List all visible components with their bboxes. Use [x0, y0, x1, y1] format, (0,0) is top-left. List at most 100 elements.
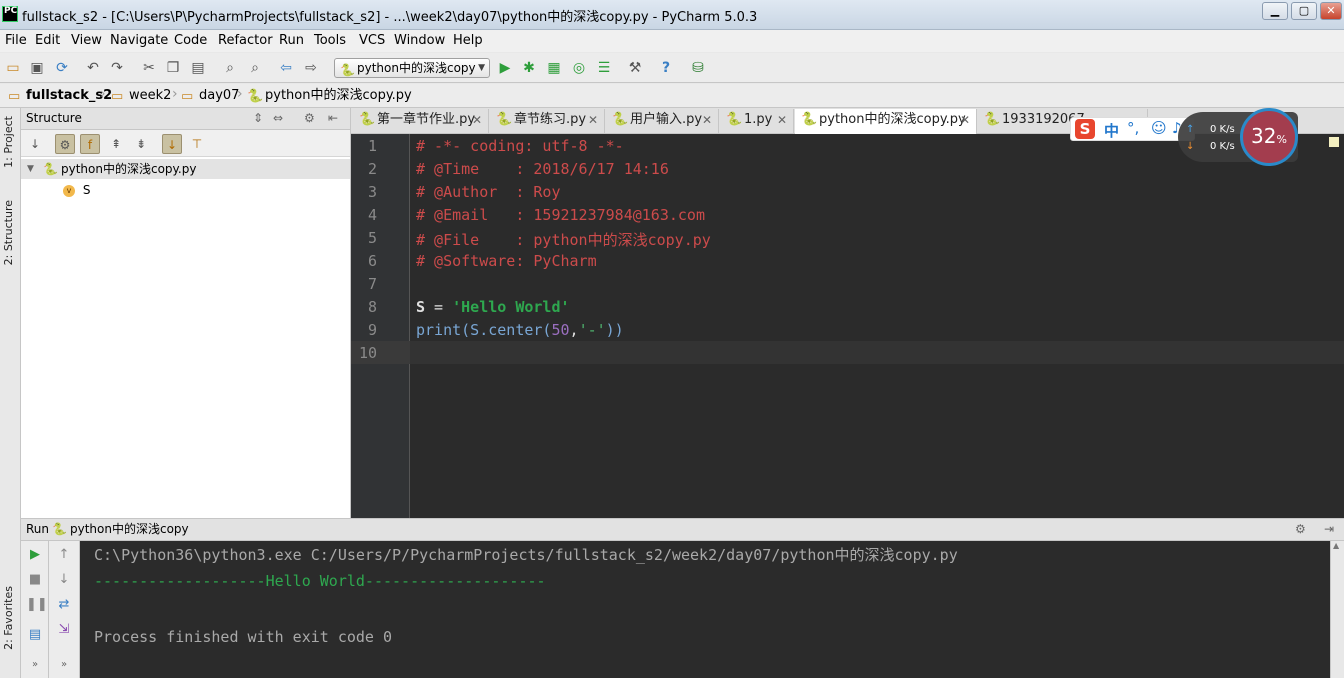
scroll-up-icon[interactable]: ▲ [1333, 541, 1339, 550]
close-window-button[interactable]: ✕ [1320, 2, 1342, 20]
restore-layout-icon[interactable]: ▤ [26, 626, 44, 644]
tab-deep-shallow-copy[interactable]: 🐍 python中的深浅copy.py ✕ [795, 109, 977, 135]
profile-icon[interactable]: ◎ [570, 59, 588, 77]
folder-icon: ▭ [111, 89, 124, 104]
close-icon[interactable]: ✕ [472, 109, 482, 131]
more-icon[interactable]: » [26, 656, 44, 674]
concurrency-icon[interactable]: ☰ [595, 59, 613, 77]
ime-punctuation[interactable]: °, [1127, 119, 1139, 137]
python-file-icon: 🐍 [612, 112, 629, 127]
replace-icon[interactable]: ⌕ [246, 59, 264, 77]
up-arrow-icon[interactable]: ↑ [55, 546, 73, 564]
tree-root-file[interactable]: ▼ 🐍 python中的深浅copy.py [21, 159, 350, 179]
emoji-icon[interactable]: ☺ [1151, 119, 1167, 137]
scroll-to-end-icon[interactable]: ⇲ [55, 621, 73, 639]
upload-speed: 0 K/s [1210, 124, 1235, 135]
pause-icon[interactable]: ❚❚ [26, 596, 48, 614]
collapse-icon[interactable]: ⇟ [131, 134, 151, 154]
gear-icon[interactable]: ⚙ [304, 108, 315, 129]
autoscroll-from-source-icon[interactable]: ⊤ [187, 134, 207, 154]
breadcrumb-project[interactable]: ▭ fullstack_s2 [8, 87, 112, 105]
favorites-tool-tab[interactable]: 2: Favorites [2, 586, 15, 650]
tree-item-variable[interactable]: v S [21, 180, 350, 200]
collapse-all-icon[interactable]: ⇔ [273, 108, 283, 129]
copy-icon[interactable]: ❐ [164, 59, 182, 77]
tab-chapter-practice[interactable]: 🐍 章节练习.py ✕ [490, 109, 605, 133]
hide-panel-icon[interactable]: ⇥ [1324, 519, 1334, 540]
paste-icon[interactable]: ▤ [189, 59, 207, 77]
show-inherited-icon[interactable]: f [80, 134, 100, 154]
hide-panel-icon[interactable]: ⇤ [328, 108, 338, 129]
maximize-button[interactable]: ▢ [1291, 2, 1317, 20]
line-number: 3 [367, 183, 377, 201]
undo-icon[interactable]: ↶ [84, 59, 102, 77]
soft-wrap-icon[interactable]: ⇄ [55, 596, 73, 614]
download-arrow-icon: ↓ [1186, 141, 1195, 152]
sync-icon[interactable]: ⟳ [53, 59, 71, 77]
menu-refactor[interactable]: Refactor [218, 33, 273, 48]
redo-icon[interactable]: ↷ [108, 59, 126, 77]
line-number: 1 [367, 137, 377, 155]
cut-icon[interactable]: ✂ [140, 59, 158, 77]
stop-icon[interactable]: ■ [26, 571, 44, 589]
autoscroll-to-source-icon[interactable]: ↓ [162, 134, 182, 154]
menu-help[interactable]: Help [453, 33, 483, 48]
down-arrow-icon[interactable]: ↓ [55, 571, 73, 589]
ime-toolbar[interactable]: S 中 °, ☺ ♪ [1070, 117, 1195, 141]
close-icon[interactable]: ✕ [777, 109, 787, 131]
close-icon[interactable]: ✕ [588, 109, 598, 131]
find-icon[interactable]: ⌕ [221, 59, 239, 77]
breadcrumb-day07[interactable]: ▭ day07 [181, 87, 239, 105]
download-speed: 0 K/s [1210, 141, 1235, 152]
tab-chapter-homework[interactable]: 🐍 第一章节作业.py ✕ [353, 109, 489, 133]
save-icon[interactable]: ▣ [28, 59, 46, 77]
code-editor[interactable]: 1 2 3 4 5 6 7 8 9 10 # -*- coding: utf-8… [351, 134, 1344, 518]
coverage-icon[interactable]: ▦ [545, 59, 563, 77]
line-number: 6 [367, 252, 377, 270]
menu-window[interactable]: Window [394, 33, 445, 48]
run-console[interactable]: C:\Python36\python3.exe C:/Users/P/Pycha… [80, 541, 1330, 678]
gear-icon[interactable]: ⚙ [1295, 519, 1306, 540]
open-folder-icon[interactable]: ▭ [4, 59, 22, 77]
show-fields-icon[interactable]: ⚙ [55, 134, 75, 154]
menu-edit[interactable]: Edit [35, 33, 60, 48]
run-icon[interactable]: ▶ [496, 59, 514, 77]
settings-wrench-icon[interactable]: ⚒ [626, 59, 644, 77]
close-icon[interactable]: ✕ [960, 109, 970, 131]
menu-vcs[interactable]: VCS [359, 33, 385, 48]
menu-file[interactable]: File [5, 33, 27, 48]
project-tool-tab[interactable]: 1: Project [2, 116, 15, 168]
vcs-icon[interactable]: ⛁ [689, 59, 707, 77]
structure-tool-tab[interactable]: 2: Structure [2, 200, 15, 265]
menu-code[interactable]: Code [174, 33, 207, 48]
current-line-highlight [351, 341, 1344, 364]
menu-navigate[interactable]: Navigate [110, 33, 168, 48]
debug-icon[interactable]: ✱ [520, 59, 538, 77]
ime-language[interactable]: 中 [1104, 120, 1119, 141]
help-icon[interactable]: ? [657, 59, 675, 77]
expand-icon[interactable]: ⇞ [106, 134, 126, 154]
menu-tools[interactable]: Tools [314, 33, 346, 48]
network-monitor-widget: ↑ 0 K/s ↓ 0 K/s 32% [1178, 108, 1298, 166]
rerun-icon[interactable]: ▶ [26, 546, 44, 564]
run-config-name[interactable]: python中的深浅copy [70, 519, 189, 540]
tab-user-input[interactable]: 🐍 用户输入.py ✕ [606, 109, 719, 133]
console-output-line: -------------------Hello World----------… [94, 572, 546, 590]
forward-icon[interactable]: ⇨ [302, 59, 320, 77]
menu-run[interactable]: Run [279, 33, 304, 48]
inspection-status-icon[interactable] [1329, 137, 1339, 147]
more-icon[interactable]: » [55, 656, 73, 674]
code-line-2: # @Time : 2018/6/17 14:16 [416, 160, 669, 178]
code-line-1: # -*- coding: utf-8 -*- [416, 137, 624, 155]
sort-alpha-icon[interactable]: ↓ [25, 134, 45, 154]
run-config-dropdown[interactable]: 🐍 python中的深浅copy ▼ [334, 58, 490, 78]
breadcrumb-file[interactable]: 🐍 python中的深浅copy.py [247, 87, 412, 105]
console-scrollbar[interactable]: ▲ [1330, 541, 1344, 678]
tab-1-py[interactable]: 🐍 1.py ✕ [720, 109, 794, 133]
minimize-button[interactable]: ▁ [1262, 2, 1288, 20]
back-icon[interactable]: ⇦ [277, 59, 295, 77]
close-icon[interactable]: ✕ [702, 109, 712, 131]
breadcrumb-week2[interactable]: ▭ week2 [111, 87, 171, 105]
menu-view[interactable]: View [71, 33, 102, 48]
expand-all-icon[interactable]: ⇕ [253, 108, 263, 129]
